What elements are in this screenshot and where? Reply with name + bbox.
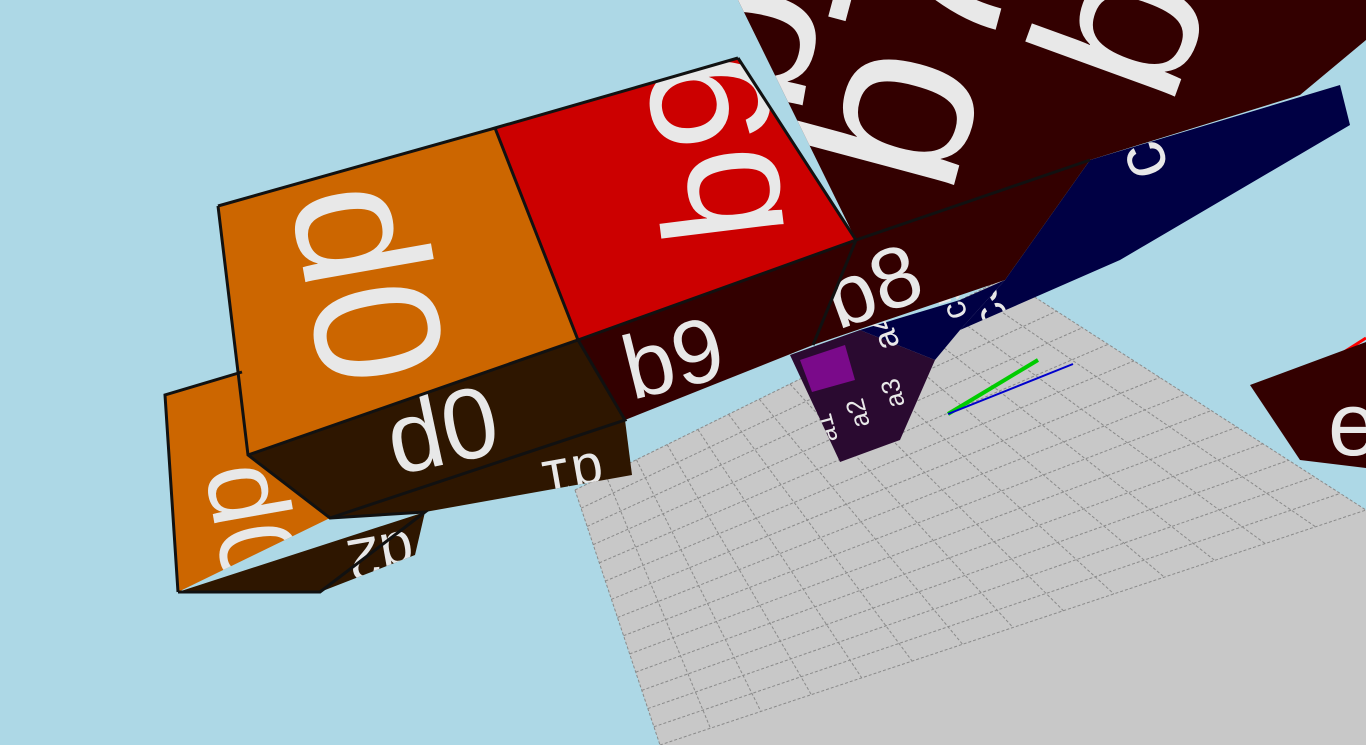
- 3d-viewport[interactable]: a3 a2 a1 a0 c5 c3 c2 c2 a4 c5 e d0: [0, 0, 1366, 745]
- cube-label: d0: [252, 167, 485, 399]
- cube-label: d2: [342, 517, 419, 595]
- cube-label: e: [1328, 375, 1366, 475]
